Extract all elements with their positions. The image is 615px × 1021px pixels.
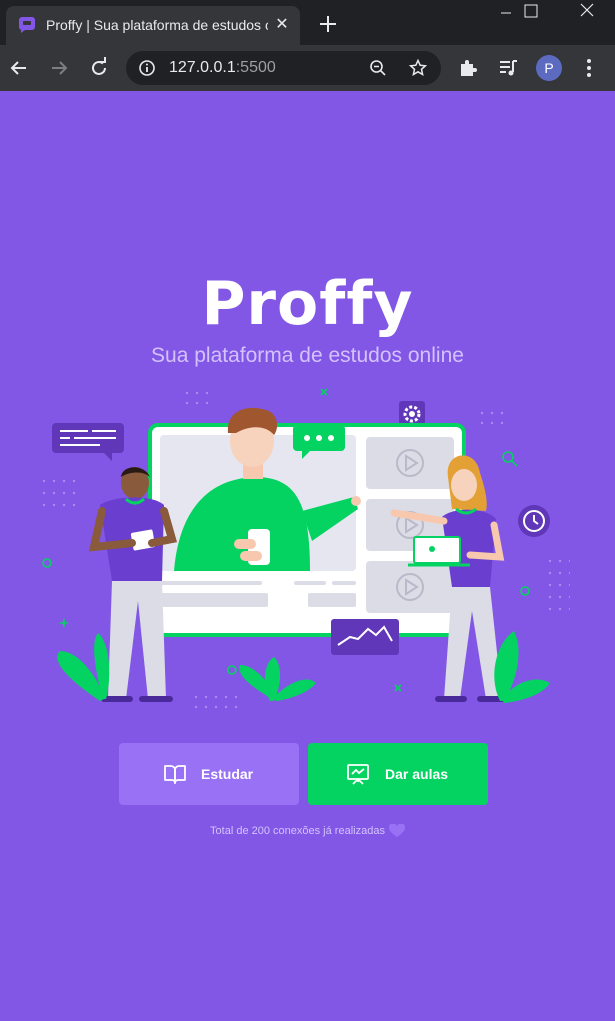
browser-toolbar: 127.0.0.1:5500 (0, 45, 615, 91)
give-classes-button[interactable]: Dar aulas (308, 743, 488, 805)
chat-bubble-lines (52, 423, 124, 461)
url-port: :5500 (235, 59, 276, 76)
profile-avatar[interactable]: P (536, 55, 562, 81)
reload-icon[interactable] (86, 55, 112, 81)
proffy-favicon-icon (19, 17, 35, 33)
zoom-out-icon[interactable] (369, 59, 387, 77)
presentation-board-icon (347, 764, 369, 785)
media-queue-icon[interactable] (497, 57, 519, 79)
study-button[interactable]: Estudar (119, 743, 299, 805)
study-button-label: Estudar (201, 766, 254, 782)
back-arrow-icon[interactable] (6, 55, 32, 81)
new-tab-icon[interactable] (316, 12, 340, 36)
total-connections-text: Total de 200 conexões já realizadas (210, 824, 385, 837)
clock-icon (518, 505, 550, 537)
landing-page: Proffy Sua plataforma de estudos online (0, 91, 615, 1021)
address-bar[interactable]: 127.0.0.1:5500 (126, 51, 441, 85)
give-classes-button-label: Dar aulas (385, 766, 449, 782)
browser-titlebar: Proffy | Sua plataforma de estudos onlin… (0, 0, 615, 45)
analytics-chart-card (331, 619, 399, 655)
url-host: 127.0.0.1 (169, 59, 236, 76)
forward-arrow-icon[interactable] (46, 55, 72, 81)
browser-menu-icon[interactable] (578, 57, 600, 79)
extensions-puzzle-icon[interactable] (457, 57, 479, 79)
browser-tab[interactable]: Proffy | Sua plataforma de estudos onlin… (6, 6, 300, 45)
total-connections: Total de 200 conexões já realizadas (0, 824, 615, 838)
maximize-icon[interactable] (507, 0, 553, 26)
page-tagline: Sua plataforma de estudos online (151, 344, 464, 367)
site-info-icon[interactable] (138, 59, 156, 77)
proffy-logo: Proffy (201, 269, 414, 339)
purple-heart-icon (388, 824, 405, 837)
window-close-icon[interactable] (564, 0, 610, 26)
open-book-icon (164, 765, 186, 784)
url-text[interactable]: 127.0.0.1:5500 (169, 59, 276, 77)
landing-hero-illustration (42, 388, 570, 709)
tab-close-icon[interactable]: ✕ (272, 15, 292, 35)
bookmark-star-icon[interactable] (409, 59, 427, 77)
tab-title: Proffy | Sua plataforma de estudos onlin… (46, 17, 268, 33)
